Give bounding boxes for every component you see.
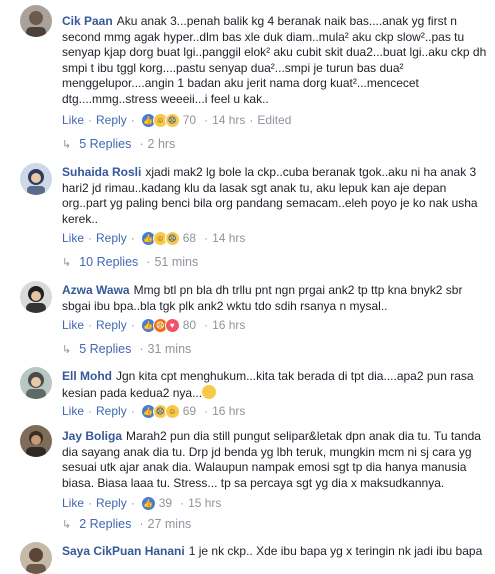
reply-button[interactable]: Reply xyxy=(96,404,127,418)
reactions[interactable]: 👍 ☹ ♥ xyxy=(140,317,180,333)
avatar[interactable] xyxy=(20,367,52,399)
comment-actions: Like · Reply · 👍 ☺ ☹ 70 · 14 hrs · Edited xyxy=(62,112,292,128)
comment-author[interactable]: Saya CikPuan Hanani xyxy=(62,544,185,558)
replies-time: 27 mins xyxy=(147,517,192,531)
like-button[interactable]: Like xyxy=(62,231,84,245)
reaction-count[interactable]: 69 xyxy=(183,404,196,418)
comment-author[interactable]: Suhaida Rosli xyxy=(62,165,141,179)
reactions[interactable]: 👍 xyxy=(140,495,156,511)
reply-button[interactable]: Reply xyxy=(96,496,127,510)
haha-reaction-icon: ☺ xyxy=(164,403,180,419)
comment-author[interactable]: Jay Boliga xyxy=(62,429,122,443)
reaction-count[interactable]: 80 xyxy=(183,318,196,332)
like-reaction-icon: 👍 xyxy=(140,495,156,511)
comment-text: Jgn kita cpt menghukum...kita tak berada… xyxy=(62,369,474,400)
comment-body: Azwa Wawa Mmg btl pn bla dh trllu pnt ngn… xyxy=(62,283,490,314)
view-replies[interactable]: ↳ 5 Replies · 31 mins xyxy=(62,341,191,357)
reply-arrow-icon: ↳ xyxy=(62,138,72,151)
reply-arrow-icon: ↳ xyxy=(62,343,72,356)
avatar[interactable] xyxy=(20,5,52,37)
like-button[interactable]: Like xyxy=(62,404,84,418)
reactions[interactable]: 👍 ☺ ☹ xyxy=(140,112,180,128)
comment-time[interactable]: 14 hrs xyxy=(212,231,245,245)
replies-link[interactable]: 5 Replies xyxy=(79,342,131,356)
reaction-count[interactable]: 70 xyxy=(183,113,196,127)
view-replies[interactable]: ↳ 10 Replies · 51 mins xyxy=(62,254,198,270)
comment-actions: Like · Reply · 👍 39 · 15 hrs xyxy=(62,495,222,511)
reactions[interactable]: 👍 ☺ ☹ xyxy=(140,230,180,246)
avatar[interactable] xyxy=(20,542,52,574)
comment-time[interactable]: 15 hrs xyxy=(188,496,221,510)
view-replies[interactable]: ↳ 2 Replies · 27 mins xyxy=(62,516,191,532)
comment-actions: Like · Reply · 👍 ☹ ☺ 69 · 16 hrs xyxy=(62,403,246,419)
reaction-count[interactable]: 68 xyxy=(183,231,196,245)
comment-body: Ell Mohd Jgn kita cpt menghukum...kita ta… xyxy=(62,369,490,401)
comment-time[interactable]: 16 hrs xyxy=(212,404,245,418)
comment-text: 1 je nk ckp.. Xde ibu bapa yg x teringin… xyxy=(188,544,483,558)
comment-actions: Like · Reply · 👍 ☹ ♥ 80 · 16 hrs xyxy=(62,317,246,333)
comment-author[interactable]: Ell Mohd xyxy=(62,369,112,383)
sad-reaction-icon: ☹ xyxy=(164,230,180,246)
replies-link[interactable]: 10 Replies xyxy=(79,255,138,269)
comment-body: Cik Paan Aku anak 3...penah balik kg 4 be… xyxy=(62,14,490,107)
comment-author[interactable]: Azwa Wawa xyxy=(62,283,130,297)
love-reaction-icon: ♥ xyxy=(164,317,180,333)
reply-arrow-icon: ↳ xyxy=(62,256,72,269)
comment-body: Suhaida Rosli xjadi mak2 lg bole la ckp..… xyxy=(62,165,490,227)
avatar[interactable] xyxy=(20,281,52,313)
avatar[interactable] xyxy=(20,425,52,457)
reaction-count[interactable]: 39 xyxy=(159,496,172,510)
replies-time: 31 mins xyxy=(147,342,192,356)
like-button[interactable]: Like xyxy=(62,318,84,332)
comment-time[interactable]: 14 hrs xyxy=(212,113,245,127)
reply-button[interactable]: Reply xyxy=(96,231,127,245)
comment-time[interactable]: 16 hrs xyxy=(212,318,245,332)
comment-author[interactable]: Cik Paan xyxy=(62,14,113,28)
replies-link[interactable]: 5 Replies xyxy=(79,137,131,151)
reply-arrow-icon: ↳ xyxy=(62,518,72,531)
comment-text: Marah2 pun dia still pungut selipar&leta… xyxy=(62,429,481,490)
like-button[interactable]: Like xyxy=(62,113,84,127)
replies-link[interactable]: 2 Replies xyxy=(79,517,131,531)
comment-text: Aku anak 3...penah balik kg 4 beranak na… xyxy=(62,14,487,106)
edited-label[interactable]: Edited xyxy=(257,113,291,127)
reply-button[interactable]: Reply xyxy=(96,113,127,127)
reactions[interactable]: 👍 ☹ ☺ xyxy=(140,403,180,419)
replies-time: 2 hrs xyxy=(147,137,176,151)
view-replies[interactable]: ↳ 5 Replies · 2 hrs xyxy=(62,136,175,152)
avatar[interactable] xyxy=(20,163,52,195)
like-button[interactable]: Like xyxy=(62,496,84,510)
comment-body: Jay Boliga Marah2 pun dia still pungut se… xyxy=(62,429,490,491)
sad-reaction-icon: ☹ xyxy=(164,112,180,128)
reply-button[interactable]: Reply xyxy=(96,318,127,332)
comment-actions: Like · Reply · 👍 ☺ ☹ 68 · 14 hrs xyxy=(62,230,246,246)
comment-body: Saya CikPuan Hanani 1 je nk ckp.. Xde ibu… xyxy=(62,544,490,560)
replies-time: 51 mins xyxy=(154,255,199,269)
sad-emoji-icon xyxy=(202,384,217,399)
